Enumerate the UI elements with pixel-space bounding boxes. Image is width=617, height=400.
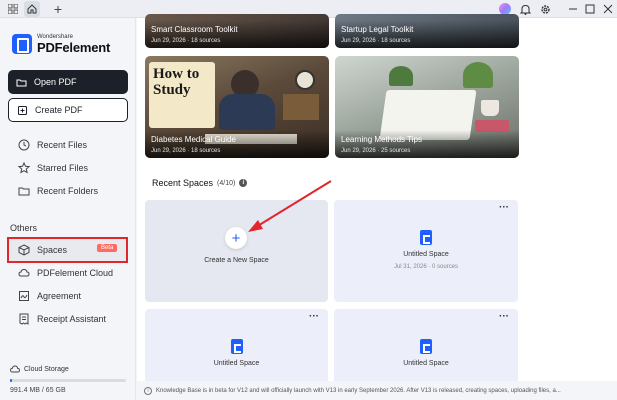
file-title: Diabetes Medical Guide — [151, 135, 236, 144]
minimize-icon[interactable] — [565, 1, 581, 17]
home-icon[interactable] — [24, 1, 40, 17]
create-new-space-card[interactable]: + Create a New Space — [145, 200, 328, 302]
plus-icon: + — [225, 227, 247, 249]
folder-icon — [18, 185, 30, 197]
file-title: Startup Legal Toolkit — [341, 25, 414, 34]
plant-image — [463, 62, 493, 88]
cloud-storage-label[interactable]: Cloud Storage — [10, 365, 69, 373]
file-meta: Jun 29, 2026 · 18 sources — [341, 38, 411, 44]
recent-spaces-count: (4/10) — [217, 179, 236, 187]
clock-icon — [18, 139, 30, 151]
sidebar-item-label: PDFelement Cloud — [37, 268, 114, 278]
info-icon: i — [144, 386, 152, 395]
file-card[interactable]: Startup Legal Toolkit Jun 29, 2026 · 18 … — [335, 14, 519, 48]
sidebar-item-label: Recent Folders — [37, 186, 99, 196]
student-body-image — [219, 94, 275, 130]
sidebar-item-starred-files[interactable]: Starred Files — [18, 161, 88, 175]
grid-icon[interactable] — [5, 1, 21, 17]
sidebar-item-label: Recent Files — [37, 140, 88, 150]
mug-image — [481, 100, 499, 116]
spaces-row: Spaces — [18, 243, 67, 257]
star-icon — [18, 162, 30, 174]
create-file-icon — [17, 105, 28, 116]
signature-icon — [18, 290, 30, 302]
sidebar-item-label: Starred Files — [37, 163, 89, 173]
recent-spaces-heading: Recent Spaces (4/10) i — [152, 178, 248, 188]
space-name: Untitled Space — [213, 360, 260, 367]
plant-image — [389, 66, 413, 86]
open-pdf-label: Open PDF — [34, 77, 77, 87]
new-tab-plus-icon[interactable]: + — [50, 1, 66, 17]
space-document-icon — [231, 339, 243, 354]
maximize-icon[interactable] — [582, 1, 598, 17]
main-content: Smart Classroom Toolkit Jun 29, 2026 · 1… — [137, 14, 617, 400]
sidebar-item-label: Receipt Assistant — [37, 314, 107, 324]
sidebar-item-spaces[interactable]: Spaces Beta — [7, 237, 128, 263]
sidebar-item-recent-files[interactable]: Recent Files — [18, 138, 87, 152]
file-card[interactable]: How to Study Diabetes Medical Guide Jun … — [145, 56, 329, 158]
sidebar-item-label: Spaces — [37, 245, 68, 255]
file-title: Smart Classroom Toolkit — [151, 25, 238, 34]
info-icon[interactable]: i — [239, 179, 248, 187]
sidebar-item-pdfelement-cloud[interactable]: PDFelement Cloud — [18, 266, 113, 280]
file-card[interactable]: Smart Classroom Toolkit Jun 29, 2026 · 1… — [145, 14, 329, 48]
file-title: Learning Methods Tips — [341, 135, 422, 144]
cloud-icon — [18, 267, 30, 279]
file-card[interactable]: Learning Methods Tips Jun 29, 2026 · 25 … — [335, 56, 519, 158]
recent-spaces-title: Recent Spaces — [152, 178, 214, 188]
cloud-storage-icon — [10, 365, 20, 373]
storage-usage: 991.4 MB / 65 GB — [10, 387, 66, 394]
folder-icon — [16, 77, 27, 88]
file-meta: Jun 29, 2026 · 18 sources — [151, 38, 221, 44]
file-meta: Jun 29, 2026 · 18 sources — [151, 148, 221, 154]
study-book-cover-image: How to Study — [149, 62, 215, 128]
cube-icon — [18, 244, 30, 256]
space-meta: Jul 31, 2026 · 0 sources — [393, 264, 459, 270]
sidebar-item-recent-folders[interactable]: Recent Folders — [18, 184, 98, 198]
bell-icon[interactable] — [517, 1, 533, 17]
create-pdf-label: Create PDF — [35, 105, 83, 115]
clock-image — [295, 70, 315, 90]
others-section-label: Others — [10, 223, 38, 233]
receipt-icon — [18, 313, 30, 325]
sidebar-item-receipt-assistant[interactable]: Receipt Assistant — [18, 312, 106, 326]
pdfelement-logo-icon — [12, 34, 32, 54]
beta-notice-banner: i Knowledge Base is in beta for V12 and … — [137, 381, 617, 400]
file-meta: Jun 29, 2026 · 25 sources — [341, 148, 411, 154]
storage-progress-fill — [10, 379, 12, 382]
storage-progress-bar — [10, 379, 126, 382]
space-name: Untitled Space — [403, 251, 449, 258]
space-document-icon — [420, 230, 432, 245]
more-options-icon[interactable]: ··· — [309, 311, 319, 322]
create-new-space-label: Create a New Space — [204, 257, 269, 264]
create-pdf-button[interactable]: Create PDF — [8, 98, 128, 122]
close-icon[interactable] — [600, 1, 616, 17]
space-name: Untitled Space — [403, 360, 449, 367]
open-pdf-button[interactable]: Open PDF — [8, 70, 128, 94]
sidebar-item-agreement[interactable]: Agreement — [18, 289, 81, 303]
beta-badge: Beta — [97, 244, 118, 252]
brand-name: PDFelement — [37, 40, 111, 55]
app-logo: Wondershare PDFelement — [12, 34, 110, 54]
cloud-storage-text: Cloud Storage — [24, 365, 69, 373]
more-options-icon[interactable]: ··· — [499, 311, 509, 322]
sidebar-item-label: Agreement — [37, 291, 82, 301]
gear-icon[interactable] — [537, 1, 553, 17]
space-document-icon — [420, 339, 432, 354]
more-options-icon[interactable]: ··· — [499, 202, 509, 213]
space-card[interactable]: ··· Untitled Space — [145, 309, 328, 389]
space-card[interactable]: ··· Untitled Space — [334, 309, 518, 389]
book-cover-text: How to Study — [153, 66, 200, 98]
sidebar: Wondershare PDFelement Open PDF Create P… — [0, 18, 136, 400]
notice-text: Knowledge Base is in beta for V12 and wi… — [156, 387, 561, 394]
shelf-image — [283, 94, 319, 120]
space-card[interactable]: ··· Untitled Space Jul 31, 2026 · 0 sour… — [334, 200, 518, 302]
